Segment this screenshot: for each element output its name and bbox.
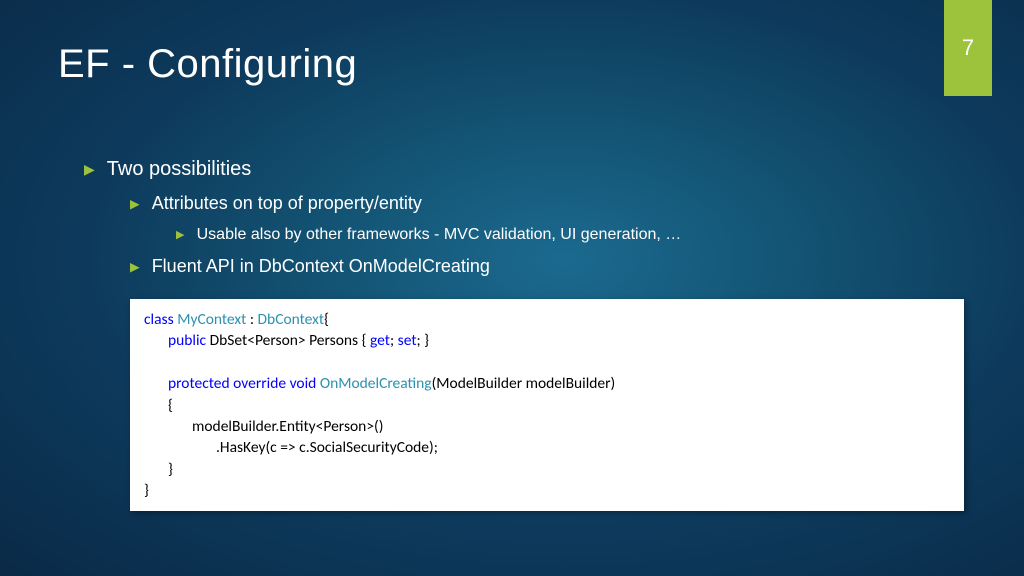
bullet-level-1: ▶ Two possibilities [84,158,964,181]
code-snippet: class MyContext : DbContext{ public DbSe… [130,299,964,511]
keyword: get [370,331,390,350]
code-text: DbSet<Person> Persons { [206,331,370,350]
type-name: OnModelCreating [320,374,432,393]
bullet-level-3: ▶ Usable also by other frameworks - MVC … [176,226,964,244]
keyword: protected [168,374,230,393]
type-name: DbContext [258,310,325,329]
keyword: override [233,374,286,393]
bullet-text: Two possibilities [107,158,252,181]
page-number-badge: 7 [944,0,992,96]
code-text: ; } [417,331,430,350]
code-line: } [144,459,950,480]
bullet-text: Usable also by other frameworks - MVC va… [197,226,682,244]
slide-content: ▶ Two possibilities ▶ Attributes on top … [84,158,964,511]
code-line: class MyContext : DbContext{ [144,309,950,330]
code-text: ; [390,331,398,350]
triangle-bullet-icon: ▶ [130,259,140,274]
code-text: { [324,310,329,329]
code-line: modelBuilder.Entity<Person>() [144,416,950,437]
bullet-text: Fluent API in DbContext OnModelCreating [152,256,490,277]
code-line: public DbSet<Person> Persons { get; set;… [144,330,950,351]
code-line: protected override void OnModelCreating(… [144,373,950,394]
code-line: { [144,395,950,416]
triangle-bullet-icon: ▶ [176,228,185,241]
keyword: void [290,374,317,393]
triangle-bullet-icon: ▶ [130,196,140,211]
bullet-text: Attributes on top of property/entity [152,193,422,214]
keyword: class [144,310,174,329]
code-line: .HasKey(c => c.SocialSecurityCode); [144,437,950,458]
code-text: (ModelBuilder modelBuilder) [432,374,616,393]
page-number: 7 [962,35,974,61]
keyword: set [398,331,417,350]
type-name: MyContext [177,310,246,329]
code-line: } [144,480,950,501]
triangle-bullet-icon: ▶ [84,161,95,178]
slide-title: EF - Configuring [58,42,357,87]
bullet-level-2: ▶ Attributes on top of property/entity [130,193,964,214]
keyword: public [168,331,206,350]
code-text: : [246,310,257,329]
code-line [144,352,950,373]
bullet-level-2: ▶ Fluent API in DbContext OnModelCreatin… [130,256,964,277]
